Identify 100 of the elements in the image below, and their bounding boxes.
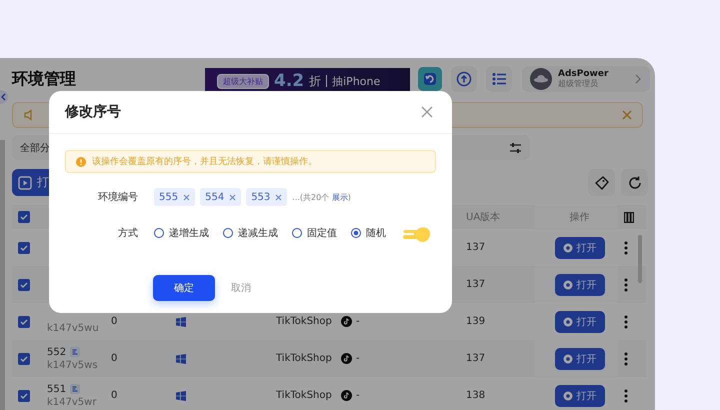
- chevron-left-icon: [0, 93, 6, 101]
- checkbox[interactable]: [18, 278, 30, 290]
- more-icon[interactable]: [624, 388, 628, 402]
- id-tag[interactable]: 554: [200, 188, 242, 206]
- upload-button[interactable]: [451, 66, 477, 92]
- browser-icon: [562, 354, 572, 364]
- cancel-button[interactable]: 取消: [231, 281, 251, 295]
- profile-id: 552: [47, 346, 66, 358]
- open-button[interactable]: 打开: [554, 236, 604, 258]
- radio-button[interactable]: [223, 228, 233, 238]
- check-icon: [20, 354, 28, 362]
- column-header: UA版本: [466, 210, 500, 224]
- refresh-icon: [626, 174, 642, 190]
- table-cell: 0: [111, 353, 118, 364]
- upload-icon: [456, 71, 472, 87]
- open-button[interactable]: 打开: [554, 310, 604, 332]
- field-label: 环境编号: [97, 190, 138, 204]
- field-label: 方式: [117, 226, 138, 240]
- refresh-button[interactable]: [621, 169, 648, 196]
- more-icon[interactable]: [624, 278, 628, 292]
- close-icon[interactable]: [183, 194, 190, 200]
- table-cell: 0: [111, 316, 118, 327]
- close-icon[interactable]: [229, 194, 236, 200]
- warning-text: 该操作会覆盖原有的序号，并且无法恢复，请谨慎操作。: [92, 155, 317, 168]
- table-cell: 139: [466, 316, 486, 327]
- open-button[interactable]: 打开: [554, 274, 604, 296]
- show-link[interactable]: 展示: [332, 192, 348, 202]
- checkbox[interactable]: [18, 211, 30, 223]
- profile-id: 551: [47, 384, 66, 394]
- more-icon[interactable]: [624, 352, 628, 366]
- avatar-icon: [530, 68, 552, 90]
- radio-button[interactable]: [351, 228, 361, 238]
- radio-button[interactable]: [292, 228, 302, 238]
- radio-label[interactable]: 随机: [366, 226, 386, 240]
- table-cell: 137: [466, 279, 486, 290]
- scrollbar[interactable]: [638, 235, 642, 283]
- browser-icon: [562, 390, 572, 400]
- note-icon[interactable]: [70, 347, 80, 357]
- list-icon: [491, 71, 507, 87]
- check-icon: [20, 318, 28, 326]
- windows-icon: [176, 354, 186, 364]
- user-card[interactable]: AdsPower 超级管理员: [522, 66, 650, 92]
- table-cell: TikTokShop: [276, 316, 332, 327]
- warning-icon: [76, 156, 86, 166]
- checkbox[interactable]: [18, 390, 30, 402]
- rotate-icon: [423, 72, 437, 86]
- more-icon[interactable]: [624, 240, 628, 254]
- table-cell: 138: [466, 390, 486, 401]
- browser-icon: [562, 316, 572, 326]
- check-icon: [20, 280, 28, 288]
- table-cell: TikTokShop: [276, 390, 332, 401]
- browser-icon: [562, 242, 572, 252]
- profile-code: k147v5wr: [47, 396, 96, 408]
- radio-label[interactable]: 递减生成: [238, 226, 278, 240]
- table-cell: -: [356, 390, 360, 401]
- tiktok-icon: [341, 353, 352, 364]
- tiktok-icon: [341, 316, 352, 327]
- list-button[interactable]: [486, 66, 512, 92]
- more-icon[interactable]: [624, 314, 628, 328]
- column-header: 操作: [570, 211, 590, 224]
- count-text: ...(共20个 展示): [292, 192, 351, 202]
- radio-button[interactable]: [154, 228, 164, 238]
- check-icon: [20, 392, 28, 400]
- scrollbar[interactable]: [0, 140, 5, 410]
- profile-code: k147v5ws: [47, 360, 98, 370]
- open-button[interactable]: 打开: [554, 348, 604, 370]
- close-icon[interactable]: [421, 106, 433, 118]
- chevron-right-icon: [634, 74, 642, 84]
- table-cell: 137: [466, 353, 486, 364]
- page-title: 环境管理: [12, 68, 76, 88]
- tag-icon: [594, 174, 610, 190]
- radio-label[interactable]: 递增生成: [169, 226, 209, 240]
- profile-code: k147v5wu: [47, 323, 99, 334]
- checkbox[interactable]: [18, 242, 30, 254]
- note-icon[interactable]: [70, 384, 80, 394]
- play-icon: [18, 176, 32, 190]
- check-icon: [20, 213, 28, 221]
- check-icon: [20, 244, 28, 252]
- checkbox[interactable]: [18, 316, 30, 328]
- app-icon[interactable]: [418, 67, 442, 91]
- windows-icon: [176, 390, 186, 400]
- table-cell: -: [356, 353, 360, 364]
- tiktok-icon: [341, 390, 352, 401]
- checkbox[interactable]: [18, 352, 30, 364]
- confirm-button[interactable]: 确定: [153, 275, 215, 301]
- id-tag[interactable]: 553: [246, 188, 288, 206]
- browser-icon: [562, 280, 572, 290]
- table-cell: 0: [111, 390, 118, 401]
- id-tag[interactable]: 555: [154, 188, 196, 206]
- radio-label[interactable]: 固定值: [307, 226, 337, 240]
- filter-icon[interactable]: [509, 142, 522, 154]
- close-icon[interactable]: [275, 194, 282, 200]
- tag-button[interactable]: [588, 169, 615, 196]
- table-cell: -: [356, 316, 360, 327]
- dialog-title: 修改序号: [65, 103, 121, 121]
- open-button[interactable]: 打开: [554, 384, 604, 406]
- columns-icon[interactable]: [624, 212, 634, 222]
- table-cell: TikTokShop: [276, 353, 332, 364]
- table-cell: 137: [466, 242, 486, 253]
- windows-icon: [176, 316, 186, 326]
